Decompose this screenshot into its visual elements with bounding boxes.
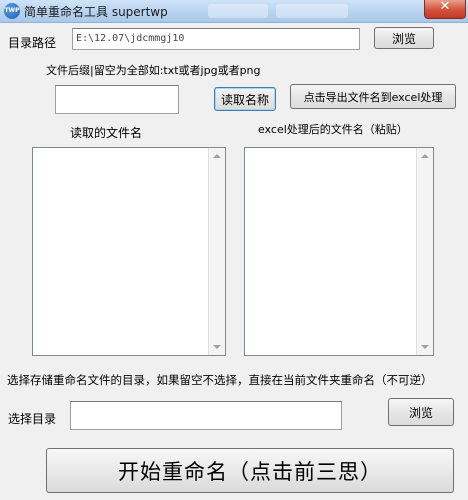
title-bar[interactable]: TWP 简单重命名工具 supertwp ✕ <box>0 0 468 23</box>
suffix-hint-label: 文件后缀|留空为全部如:txt或者jpg或者png <box>46 64 261 77</box>
scroll-down-icon[interactable] <box>213 345 221 349</box>
save-directory-label: 选择目录 <box>8 412 57 426</box>
read-names-button[interactable]: 读取名称 <box>214 87 276 111</box>
suffix-field[interactable] <box>55 85 179 114</box>
directory-path-input[interactable] <box>76 33 356 44</box>
scroll-down-icon[interactable] <box>421 345 429 349</box>
app-icon: TWP <box>4 3 20 19</box>
excel-files-list[interactable] <box>244 147 434 356</box>
suffix-input[interactable] <box>59 90 175 101</box>
excel-files-scrollbar[interactable] <box>416 148 433 355</box>
read-files-scrollbar[interactable] <box>208 148 225 355</box>
browse-directory-button[interactable]: 浏览 <box>374 27 434 49</box>
close-button[interactable]: ✕ <box>424 0 466 19</box>
save-directory-note: 选择存储重命名文件的目录，如果留空不选择，直接在当前文件夹重命名（不可逆） <box>7 373 433 387</box>
excel-files-header: excel处理后的文件名（粘贴） <box>258 123 408 136</box>
directory-path-label: 目录路径 <box>8 36 57 50</box>
read-files-header: 读取的文件名 <box>70 126 143 140</box>
scroll-up-icon[interactable] <box>213 154 221 158</box>
window-title: 简单重命名工具 supertwp <box>24 5 168 19</box>
directory-path-field[interactable] <box>72 28 360 50</box>
save-directory-field[interactable] <box>70 401 342 430</box>
save-directory-input[interactable] <box>74 406 338 417</box>
scroll-up-icon[interactable] <box>421 154 429 158</box>
browse-save-directory-button[interactable]: 浏览 <box>388 398 454 426</box>
read-files-list[interactable] <box>32 147 226 356</box>
start-rename-button[interactable]: 开始重命名（点击前三思） <box>46 448 454 493</box>
app-window: TWP 简单重命名工具 supertwp ✕ 目录路径 浏览 文件后缀|留空为全… <box>0 0 468 500</box>
background-tab-blur <box>276 4 348 18</box>
background-tab-blur <box>208 4 268 18</box>
close-icon: ✕ <box>439 0 451 14</box>
export-to-excel-button[interactable]: 点击导出文件名到excel处理 <box>290 84 456 109</box>
